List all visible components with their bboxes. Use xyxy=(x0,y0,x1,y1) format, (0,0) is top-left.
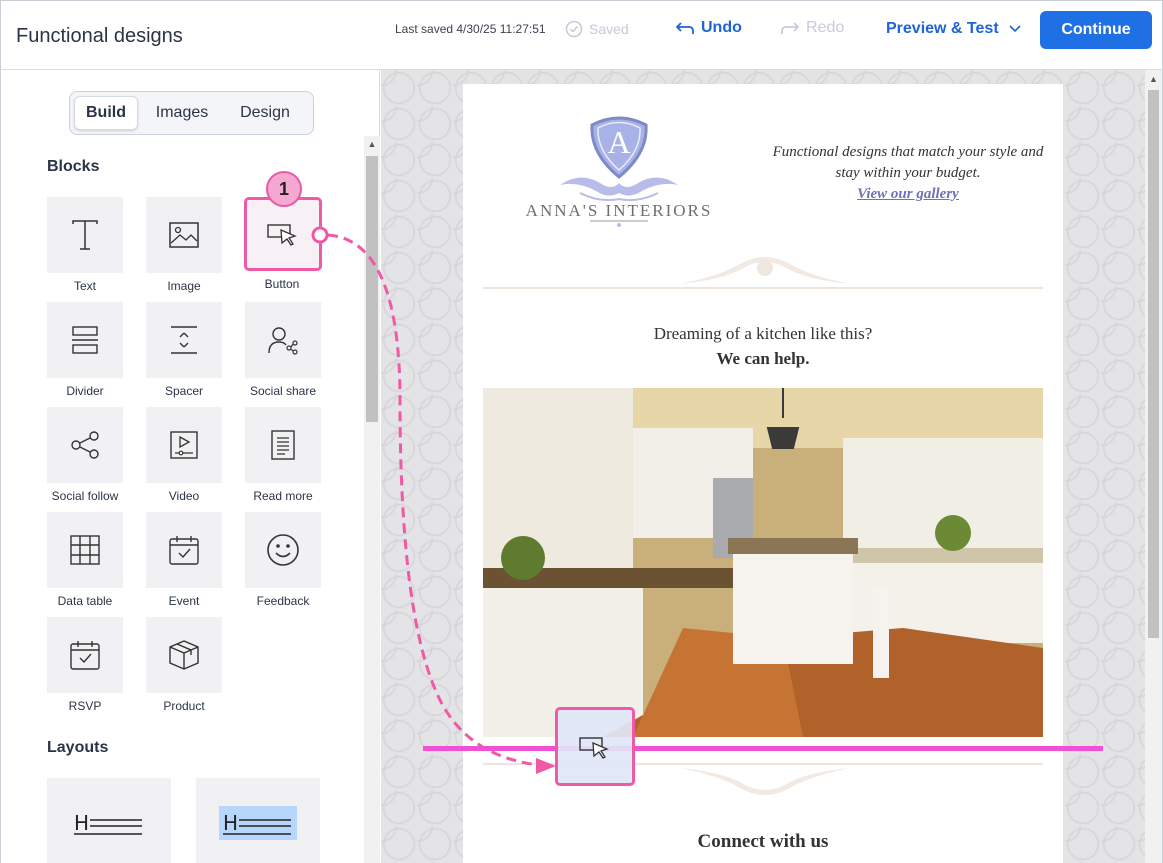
heading-layout-icon: H xyxy=(223,811,291,835)
heading-layout-icon: H xyxy=(74,811,142,835)
headline-help: We can help. xyxy=(716,349,810,368)
continue-button[interactable]: Continue xyxy=(1040,11,1152,49)
table-icon xyxy=(70,535,100,565)
headline-question: Dreaming of a kitchen like this? xyxy=(653,324,873,343)
share-icon xyxy=(71,431,99,459)
block-label: Feedback xyxy=(256,594,310,608)
block-spacer[interactable]: Spacer xyxy=(146,302,222,398)
redo-button[interactable]: Redo xyxy=(780,19,844,37)
dragged-button-block[interactable] xyxy=(555,707,635,786)
image-icon xyxy=(169,222,199,248)
calendar-check-icon xyxy=(169,536,199,565)
undo-button[interactable]: Undo xyxy=(675,19,742,37)
email-divider xyxy=(483,287,1043,289)
block-label: Text xyxy=(73,279,96,293)
blocks-heading: Blocks xyxy=(47,158,100,175)
headline: Dreaming of a kitchen like this? We can … xyxy=(483,321,1043,371)
block-read-more[interactable]: Read more xyxy=(245,407,321,503)
canvas-scroll-up-arrow-icon[interactable]: ▲ xyxy=(1145,70,1162,88)
block-product[interactable]: Product xyxy=(146,617,222,713)
button-cursor-icon xyxy=(267,224,297,246)
block-label: Social share xyxy=(249,384,317,398)
scroll-up-arrow-icon[interactable]: ▲ xyxy=(364,136,380,152)
chevron-down-icon xyxy=(1009,25,1021,33)
social-share-icon xyxy=(268,327,298,355)
tab-images[interactable]: Images xyxy=(138,96,226,130)
document-icon xyxy=(271,430,295,460)
block-video[interactable]: Video xyxy=(146,407,222,503)
redo-icon xyxy=(781,22,800,34)
brand-name: ANNA'S INTERIORS xyxy=(525,201,713,220)
block-text[interactable]: Text xyxy=(47,197,123,293)
layout-heading-text[interactable]: H xyxy=(47,778,171,863)
block-button[interactable]: Button xyxy=(244,197,322,291)
smiley-icon xyxy=(267,534,299,566)
block-image[interactable]: Image xyxy=(146,197,222,293)
block-social-share[interactable]: Social share xyxy=(245,302,321,398)
block-event[interactable]: Event xyxy=(146,512,222,608)
kitchen-photo xyxy=(483,388,1043,737)
block-feedback[interactable]: Feedback xyxy=(245,512,321,608)
block-rsvp[interactable]: RSVP xyxy=(47,617,123,713)
box-icon xyxy=(169,640,199,670)
block-label: Data table xyxy=(57,594,113,608)
step-number-badge: 1 xyxy=(266,171,302,207)
block-label: Read more xyxy=(253,489,313,503)
button-cursor-icon xyxy=(579,736,609,759)
drop-indicator-line xyxy=(423,746,1103,751)
block-data-table[interactable]: Data table xyxy=(47,512,123,608)
build-sidebar: Build Images Design Blocks Text Image Bu… xyxy=(0,70,380,863)
layouts-heading: Layouts xyxy=(47,739,109,756)
block-label: Divider xyxy=(66,384,104,398)
block-social-follow[interactable]: Social follow xyxy=(47,407,123,503)
brand-initial: A xyxy=(607,124,631,160)
connect-heading: Connect with us xyxy=(697,831,829,852)
video-icon xyxy=(170,431,198,459)
layout-heading-highlight[interactable]: H xyxy=(196,778,320,863)
preview-label: Preview & Test xyxy=(886,20,999,37)
undo-label: Undo xyxy=(701,19,742,36)
svg-text:H: H xyxy=(223,811,238,835)
block-label: Spacer xyxy=(164,384,204,398)
layout-highlight: H xyxy=(219,806,297,840)
preview-test-dropdown[interactable]: Preview & Test xyxy=(886,20,1021,38)
view-gallery-link[interactable]: View our gallery xyxy=(857,186,959,202)
redo-label: Redo xyxy=(806,19,845,36)
divider-icon xyxy=(72,326,98,354)
canvas-scroll-thumb[interactable] xyxy=(1148,90,1159,638)
floral-ornament-icon xyxy=(680,257,850,284)
sidebar-scroll-thumb[interactable] xyxy=(366,156,378,422)
saved-status: Saved xyxy=(565,20,629,38)
saved-label: Saved xyxy=(589,21,629,37)
tagline: Functional designs that match your style… xyxy=(770,142,1046,205)
svg-text:H: H xyxy=(74,811,89,835)
block-label: Image xyxy=(167,279,201,293)
block-label: Button xyxy=(264,277,300,291)
block-label: Video xyxy=(168,489,200,503)
tab-build[interactable]: Build xyxy=(74,96,138,130)
text-icon xyxy=(72,220,98,250)
block-divider[interactable]: Divider xyxy=(47,302,123,398)
calendar-check-icon xyxy=(70,641,100,670)
last-saved-text: Last saved 4/30/25 11:27:51 xyxy=(395,22,546,36)
page-title: Functional designs xyxy=(16,25,183,47)
tab-design[interactable]: Design xyxy=(226,96,304,130)
spacer-icon xyxy=(171,326,197,354)
block-label: RSVP xyxy=(68,699,102,713)
block-label: Product xyxy=(163,699,205,713)
tagline-text: Functional designs that match your style… xyxy=(772,144,1044,181)
top-bar: Functional designs Last saved 4/30/25 11… xyxy=(0,0,1163,70)
block-label: Event xyxy=(168,594,200,608)
undo-icon xyxy=(675,22,694,34)
block-label: Social follow xyxy=(51,489,119,503)
sidebar-tabs: Build Images Design xyxy=(69,91,314,135)
check-circle-icon xyxy=(565,20,583,38)
